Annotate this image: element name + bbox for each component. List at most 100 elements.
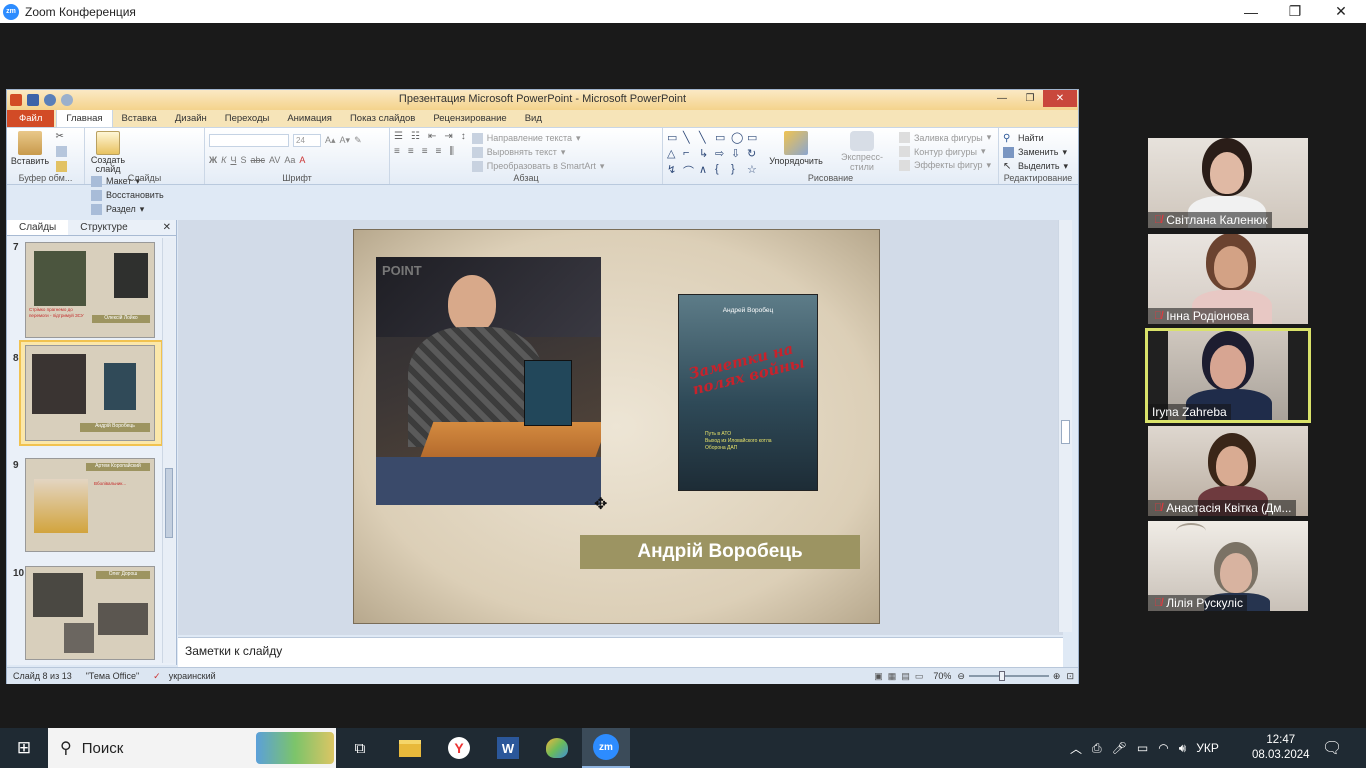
word-icon[interactable]: W xyxy=(484,728,532,768)
shrink-font-icon[interactable]: A▾ xyxy=(340,135,351,146)
case-icon[interactable]: Aa xyxy=(284,155,295,165)
normal-view-icon[interactable]: ▣ xyxy=(874,671,883,682)
font-size-combo[interactable]: 24 xyxy=(293,133,321,147)
slide-thumbnail-10[interactable]: Олег Дорош xyxy=(25,566,155,660)
select-button[interactable]: ↖ Выделить ▾ xyxy=(1003,159,1073,173)
tab-home[interactable]: Главная xyxy=(56,109,113,127)
zoom-level[interactable]: 70% xyxy=(933,671,951,681)
sorter-view-icon[interactable]: ▦ xyxy=(888,671,897,682)
align-right-icon[interactable]: ≡ xyxy=(422,146,428,157)
microphone-icon[interactable]: 🎤︎ xyxy=(1112,741,1127,755)
bullets-icon[interactable]: ☰ xyxy=(394,131,403,142)
zoom-in-icon[interactable]: ⊕ xyxy=(1053,671,1061,682)
shape-outline-button[interactable]: Контур фигуры ▾ xyxy=(899,145,991,159)
ppt-close-button[interactable]: ✕ xyxy=(1043,90,1077,107)
notifications-icon[interactable]: 🗨︎ xyxy=(1322,728,1342,768)
yandex-browser-icon[interactable]: Y xyxy=(435,728,483,768)
notes-field[interactable]: Заметки к слайду xyxy=(178,637,1063,667)
paste-button[interactable]: Вставить xyxy=(11,131,49,166)
tray-chevron-icon[interactable]: ︿ xyxy=(1070,740,1082,757)
align-center-icon[interactable]: ≡ xyxy=(408,146,414,157)
slide-name-caption[interactable]: Андрій Воробець xyxy=(580,535,860,569)
line-spacing-icon[interactable]: ↕ xyxy=(461,131,466,142)
slide-scrollbar[interactable] xyxy=(1058,220,1072,632)
text-direction-button[interactable]: Направление текста ▾ xyxy=(471,131,605,145)
tab-insert[interactable]: Вставка xyxy=(113,110,166,127)
shadow-icon[interactable]: S xyxy=(240,155,246,165)
tab-animation[interactable]: Анимация xyxy=(278,110,341,127)
strikethrough-icon[interactable]: abc xyxy=(250,155,265,165)
slide-thumbnail-7[interactable]: Стрімко прагнемо до перемоги - підтримуй… xyxy=(25,242,155,338)
decrease-indent-icon[interactable]: ⇤ xyxy=(428,131,436,142)
section-button[interactable]: Раздел ▾ xyxy=(91,202,164,216)
volume-icon[interactable]: 🔊︎ xyxy=(1179,741,1187,756)
tab-file[interactable]: Файл xyxy=(7,110,55,127)
input-language[interactable]: УКР xyxy=(1196,741,1219,755)
new-slide-button[interactable]: Создать слайд xyxy=(89,131,127,174)
align-text-button[interactable]: Выровнять текст ▾ xyxy=(471,145,605,159)
shapes-gallery[interactable]: ▭ ╲ ╲ ▭ ◯ ▭ △ ⌐ ↳ ⇨ ⇩ ↻ ↯ ⌒ ∧{} ☆ xyxy=(667,131,761,178)
scroll-thumb[interactable] xyxy=(1061,420,1070,444)
minimize-button[interactable]: — xyxy=(1228,0,1274,23)
scroll-thumb[interactable] xyxy=(165,468,173,538)
underline-icon[interactable]: Ч xyxy=(230,155,236,165)
paint-icon[interactable] xyxy=(533,728,581,768)
participant-tile[interactable]: 🎙̸ Світлана Каленюк xyxy=(1148,138,1308,228)
tab-view[interactable]: Вид xyxy=(516,110,551,127)
cut-icon[interactable]: ✂ xyxy=(56,131,67,142)
shape-effects-button[interactable]: Эффекты фигур ▾ xyxy=(899,158,991,172)
align-left-icon[interactable]: ≡ xyxy=(394,146,400,157)
italic-icon[interactable]: К xyxy=(221,155,226,165)
arrange-button[interactable]: Упорядочить xyxy=(767,131,825,172)
restore-button[interactable]: ❐ xyxy=(1272,0,1318,23)
clock[interactable]: 12:47 08.03.2024 xyxy=(1252,728,1310,768)
participant-tile[interactable]: 🎙̸ Лілія Рускуліс xyxy=(1148,521,1308,611)
zoom-taskbar-icon[interactable]: zm xyxy=(582,728,630,768)
task-view-icon[interactable]: ⧉ xyxy=(336,728,384,768)
participant-tile[interactable]: 🎙̸ Інна Родіонова xyxy=(1148,234,1308,324)
tab-review[interactable]: Рецензирование xyxy=(424,110,515,127)
copy-icon[interactable] xyxy=(55,146,67,157)
columns-icon[interactable]: ⫼ xyxy=(449,146,454,157)
smartart-button[interactable]: Преобразовать в SmartArt ▾ xyxy=(471,159,604,173)
reading-view-icon[interactable]: ▤ xyxy=(901,671,910,682)
tab-slides[interactable]: Слайды xyxy=(7,220,69,235)
tab-transitions[interactable]: Переходы xyxy=(216,110,279,127)
participant-tile-active-speaker[interactable]: Iryna Zahreba xyxy=(1145,328,1311,423)
slide-thumbnail-9[interactable]: Артем Коропайский Вболівальник... xyxy=(25,458,155,552)
ppt-restore-button[interactable]: ❐ xyxy=(1017,90,1043,107)
find-button[interactable]: ⚲ Найти xyxy=(1003,131,1073,145)
spacing-icon[interactable]: AV xyxy=(269,155,280,165)
taskbar-search[interactable]: ⚲ Поиск xyxy=(48,728,336,768)
file-explorer-icon[interactable] xyxy=(386,728,434,768)
battery-icon[interactable]: ▭ xyxy=(1137,741,1148,755)
language-indicator[interactable]: украинский xyxy=(169,671,216,681)
tab-slideshow[interactable]: Показ слайдов xyxy=(341,110,424,127)
slideshow-view-icon[interactable]: ▭ xyxy=(915,671,924,682)
slide-thumbnail-8[interactable]: Андрій Воробець xyxy=(25,345,155,441)
tab-design[interactable]: Дизайн xyxy=(166,110,216,127)
zoom-out-icon[interactable]: ⊖ xyxy=(957,671,965,682)
font-color-icon[interactable]: A xyxy=(299,155,305,165)
justify-icon[interactable]: ≡ xyxy=(436,146,442,157)
clear-format-icon[interactable]: ✎ xyxy=(354,135,362,146)
meet-now-icon[interactable]: ⎙ xyxy=(1092,741,1102,756)
spellcheck-icon[interactable]: ✓ xyxy=(153,671,161,682)
tab-outline[interactable]: Структуре xyxy=(68,220,139,235)
font-family-combo[interactable] xyxy=(209,133,289,147)
quick-styles-button[interactable]: Экспресс-стили xyxy=(831,131,893,172)
shape-fill-button[interactable]: Заливка фигуры ▾ xyxy=(899,131,991,145)
windows-start-icon[interactable]: ⊞ xyxy=(0,728,48,768)
close-button[interactable]: ✕ xyxy=(1318,0,1364,23)
zoom-slider[interactable] xyxy=(968,671,1049,681)
format-painter-icon[interactable] xyxy=(55,161,67,172)
increase-indent-icon[interactable]: ⇥ xyxy=(444,131,452,142)
bold-icon[interactable]: Ж xyxy=(209,155,217,165)
current-slide[interactable]: POINT Андрей Воробец Заметки на полях во… xyxy=(353,229,880,624)
pane-close-icon[interactable]: ✕ xyxy=(158,220,176,235)
fit-window-icon[interactable]: ⊡ xyxy=(1066,671,1074,682)
reset-button[interactable]: Восстановить xyxy=(91,188,164,202)
wifi-icon[interactable]: ◠ xyxy=(1158,741,1168,755)
replace-button[interactable]: Заменить ▾ xyxy=(1003,145,1073,159)
participant-tile[interactable]: 🎙̸ Анастасія Квітка (Дм... xyxy=(1148,426,1308,516)
